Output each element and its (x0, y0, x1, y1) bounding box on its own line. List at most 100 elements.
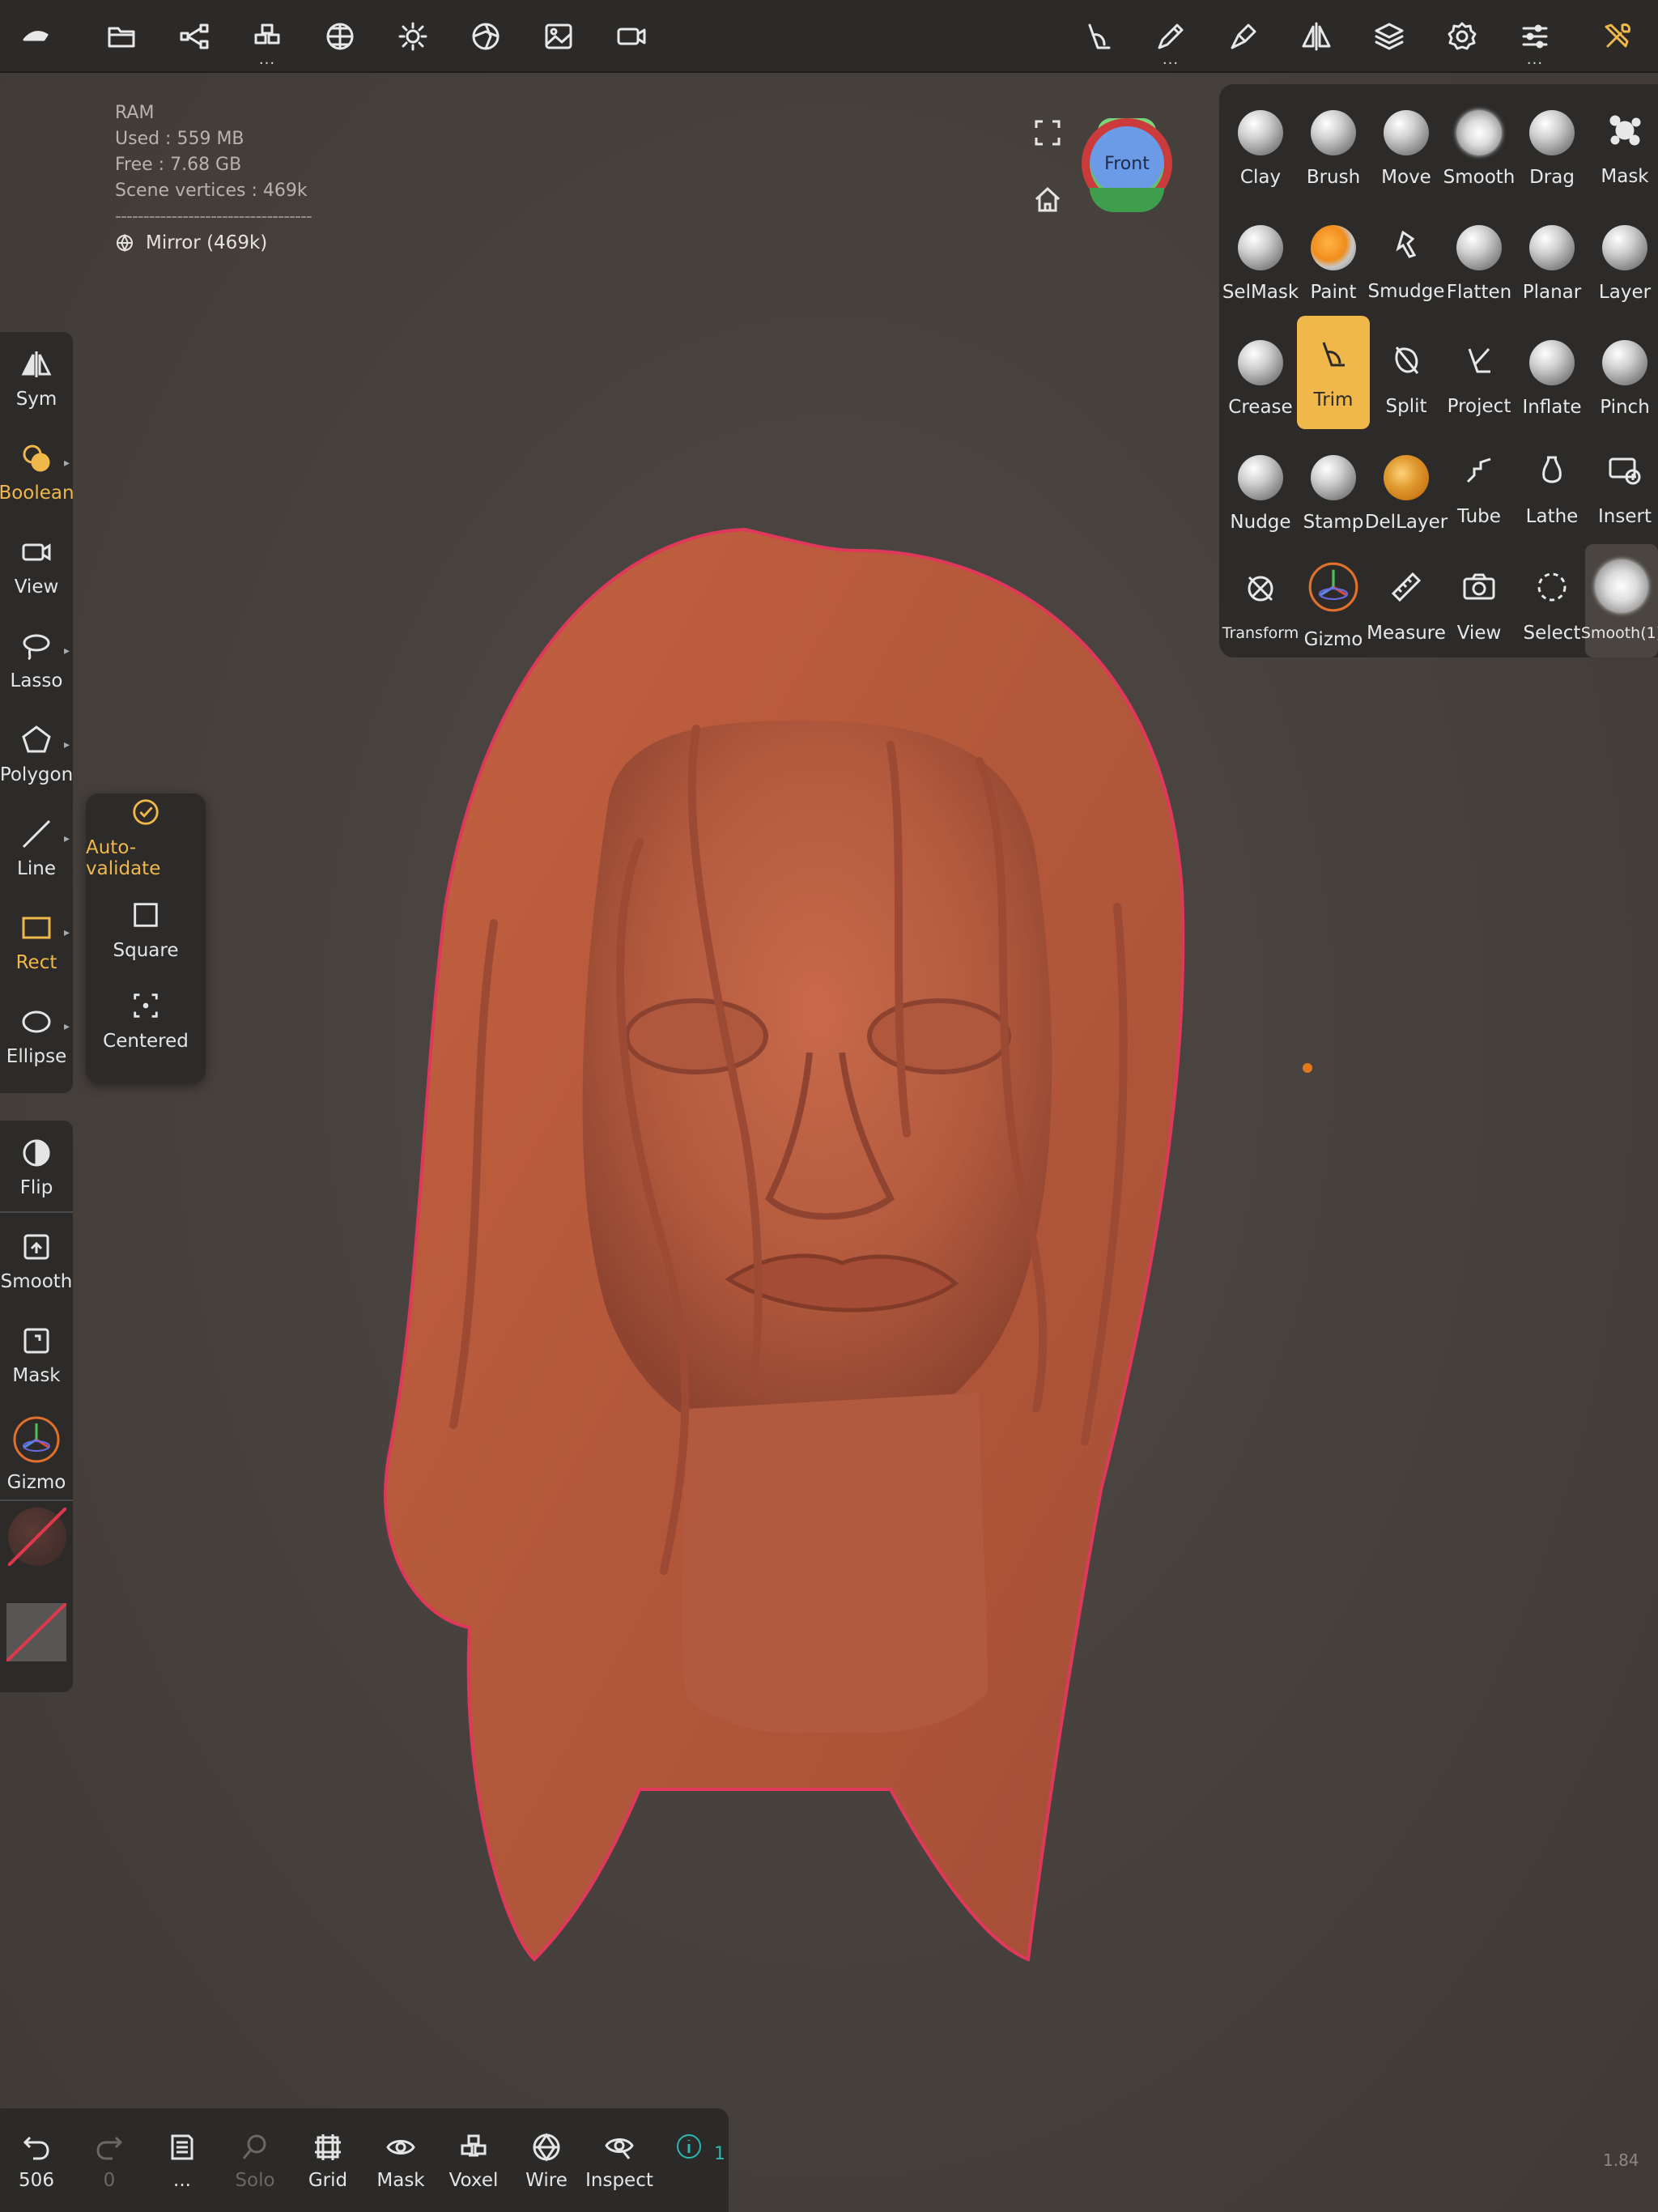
tool-paint[interactable]: Paint (1297, 207, 1370, 321)
line-icon (22, 819, 51, 849)
eye-icon (386, 2140, 415, 2155)
tube-icon (1460, 451, 1499, 495)
brush-icon (1311, 110, 1356, 155)
fullscreen-icon[interactable] (1031, 117, 1064, 149)
tool-crease[interactable]: Crease (1224, 322, 1297, 436)
sym-button[interactable]: Sym (0, 334, 73, 424)
stamp-icon (1311, 455, 1356, 500)
tool-drag[interactable]: Drag (1516, 92, 1588, 206)
solo-button[interactable]: Solo (219, 2116, 291, 2206)
light-icon[interactable] (387, 11, 439, 62)
tool-trim[interactable]: Trim (1297, 316, 1370, 429)
brush-settings-icon[interactable] (1218, 11, 1269, 62)
sliders-icon[interactable]: ... (1509, 11, 1561, 68)
symmetry-icon[interactable] (1290, 11, 1342, 62)
layer-icon (1602, 225, 1647, 270)
camera-icon[interactable] (606, 11, 657, 62)
tool-move[interactable]: Move (1370, 92, 1443, 206)
divider (0, 1499, 73, 1501)
tool-tube[interactable]: Tube (1443, 432, 1516, 546)
layers-icon[interactable] (1363, 11, 1415, 62)
tool-smudge[interactable]: Smudge (1367, 207, 1445, 321)
mirror-info[interactable]: Mirror (469k) (115, 230, 312, 256)
tool-brush[interactable]: Brush (1297, 92, 1370, 206)
tool-mask[interactable]: Mask (1588, 92, 1658, 206)
tool-inflate[interactable]: Inflate (1516, 322, 1588, 436)
tool-planar[interactable]: Planar (1516, 207, 1588, 321)
wire-label: Wire (525, 2170, 568, 2191)
paint-pen-icon[interactable]: ... (1145, 11, 1197, 68)
tool-insert[interactable]: Insert (1588, 432, 1658, 546)
tool-label: Crease (1228, 397, 1293, 418)
tool-measure[interactable]: Measure (1367, 549, 1446, 662)
sculpt-model[interactable] (372, 518, 1263, 1976)
tool-gizmo[interactable]: Gizmo (1297, 549, 1370, 662)
texture-swatch[interactable] (5, 1602, 68, 1663)
multires-icon[interactable]: ... (241, 11, 293, 68)
tool-smooth-recent[interactable]: Smooth(1) (1581, 544, 1658, 657)
tools-icon[interactable] (1592, 11, 1643, 62)
tool-pinch[interactable]: Pinch (1588, 322, 1658, 436)
tool-smooth[interactable]: Smooth (1443, 92, 1516, 206)
undo-button[interactable]: 506 (0, 2116, 73, 2206)
voxel-button[interactable]: Voxel (437, 2116, 510, 2206)
wire-button[interactable]: Wire (510, 2116, 583, 2206)
material-icon[interactable] (460, 11, 512, 62)
tool-select[interactable]: Select (1516, 549, 1588, 662)
ellipse-button[interactable]: Ellipse ▸ (0, 991, 73, 1082)
tool-flatten[interactable]: Flatten (1443, 207, 1516, 321)
tool-dellayer[interactable]: DelLayer (1365, 437, 1448, 551)
folder-icon[interactable] (96, 11, 147, 62)
smooth-icon (1456, 110, 1502, 155)
voxel-icon (461, 2134, 487, 2157)
mask-toggle-button[interactable]: Mask (364, 2116, 437, 2206)
gizmo-button[interactable]: Gizmo (0, 1409, 73, 1499)
background-icon[interactable] (533, 11, 585, 62)
undo-count: 506 (19, 2170, 54, 2191)
logo-icon[interactable] (10, 11, 62, 62)
mask-action-button[interactable]: Mask (0, 1310, 73, 1401)
lathe-icon (1533, 451, 1571, 495)
info-button[interactable]: 1 (675, 2128, 725, 2164)
flip-label: Flip (19, 1177, 53, 1198)
tool-stamp[interactable]: Stamp (1297, 437, 1370, 551)
tool-label: Move (1381, 167, 1431, 188)
inspect-icon (605, 2138, 634, 2159)
home-icon[interactable] (1031, 183, 1064, 215)
document-button[interactable]: ... (146, 2116, 219, 2206)
view-button[interactable]: View (0, 521, 73, 612)
tool-view[interactable]: View (1443, 549, 1516, 662)
flip-button[interactable]: Flip (0, 1122, 73, 1213)
inspect-button[interactable]: Inspect (583, 2116, 656, 2206)
tool-trim-icon[interactable] (1072, 11, 1124, 62)
square-toggle[interactable]: Square (86, 886, 206, 975)
topology-icon[interactable] (314, 11, 366, 62)
tool-label: Split (1385, 396, 1427, 417)
tool-project[interactable]: Project (1443, 322, 1516, 436)
tool-transform[interactable]: Transform (1222, 549, 1299, 662)
tool-layer[interactable]: Layer (1588, 207, 1658, 321)
grid-button[interactable]: Grid (291, 2116, 364, 2206)
rect-button[interactable]: Rect ▸ (0, 897, 73, 988)
material-color-swatch[interactable] (6, 1506, 68, 1568)
tool-label: Tube (1457, 506, 1501, 527)
tool-clay[interactable]: Clay (1224, 92, 1297, 206)
tool-selmask[interactable]: SelMask (1222, 207, 1299, 321)
tool-label: Lathe (1525, 506, 1579, 527)
boolean-button[interactable]: Boolean ▸ (0, 428, 74, 518)
tool-label: Smudge (1367, 281, 1445, 302)
lasso-button[interactable]: Lasso ▸ (0, 615, 73, 706)
line-button[interactable]: Line ▸ (0, 803, 73, 894)
tool-split[interactable]: Split (1370, 322, 1443, 436)
tool-nudge[interactable]: Nudge (1224, 437, 1297, 551)
insert-icon (1605, 451, 1644, 495)
redo-button[interactable]: 0 (73, 2116, 146, 2206)
mask-splat-icon (1605, 111, 1644, 155)
polygon-button[interactable]: Polygon ▸ (0, 709, 73, 800)
tool-lathe[interactable]: Lathe (1516, 432, 1588, 546)
settings-icon[interactable] (1436, 11, 1488, 62)
auto-validate-toggle[interactable]: Auto-validate (86, 793, 206, 883)
centered-toggle[interactable]: Centered (86, 976, 206, 1066)
scene-tree-icon[interactable] (168, 11, 220, 62)
smooth-action-button[interactable]: Smooth (0, 1216, 73, 1307)
